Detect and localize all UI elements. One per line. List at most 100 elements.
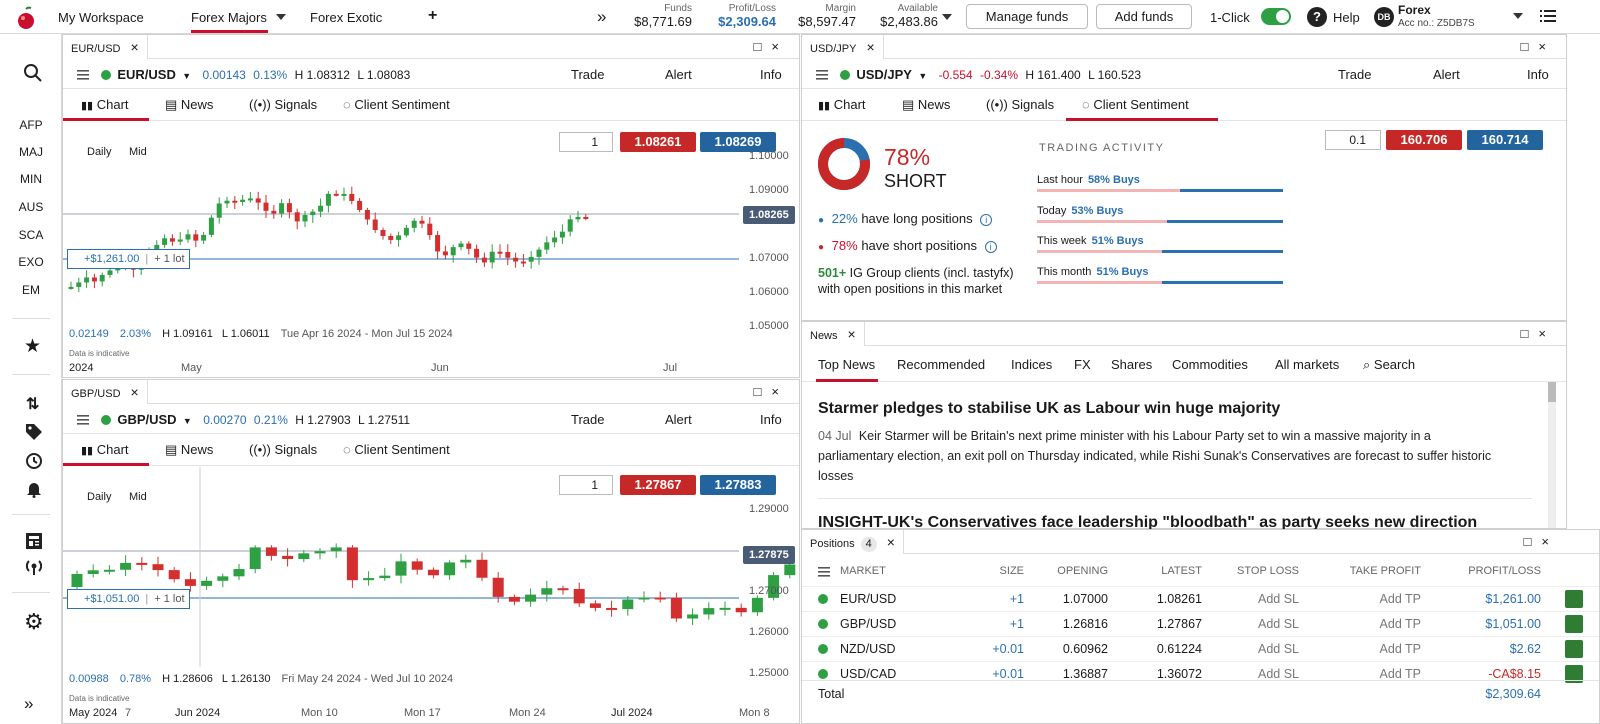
close-icon[interactable]: × <box>1538 326 1556 341</box>
close-icon[interactable]: × <box>771 384 789 399</box>
chart-area[interactable]: 1 1.08261 1.08269 Daily Mid 1.08265 +$1,… <box>63 122 799 377</box>
close-icon[interactable]: × <box>131 384 139 400</box>
news-icon[interactable] <box>25 532 43 553</box>
tab-forex-majors[interactable]: Forex Majors <box>191 10 267 25</box>
close-icon[interactable]: × <box>887 534 895 550</box>
info-button[interactable]: Info <box>760 67 782 82</box>
market-selector[interactable]: GBP/USD ▼ 0.00270 0.21% H 1.27903 L 1.27… <box>101 412 410 427</box>
table-row[interactable]: GBP/USD +1 1.26816 1.27867 Add SL Add TP $1,05… <box>802 611 1599 636</box>
gear-icon[interactable]: ⚙ <box>24 611 44 633</box>
panel-tab[interactable]: News × <box>802 322 865 346</box>
add-take-profit-link[interactable]: Add TP <box>1380 592 1421 606</box>
add-take-profit-link[interactable]: Add TP <box>1380 642 1421 656</box>
alert-button[interactable]: Alert <box>665 412 692 427</box>
tab-chart[interactable]: ▮▮ Chart <box>818 97 866 112</box>
transfer-icon[interactable]: ⇅ <box>26 394 39 414</box>
overflow-icon[interactable]: » <box>597 7 606 27</box>
column-header[interactable]: PROFIT/LOSS <box>1468 565 1541 577</box>
maximize-icon[interactable]: □ <box>754 39 772 54</box>
news-tab-recommended[interactable]: Recommended <box>897 357 985 372</box>
sidebar-item-exo[interactable]: EXO <box>0 255 62 269</box>
chevron-down-icon[interactable]: ▼ <box>182 71 191 81</box>
history-icon[interactable] <box>25 452 43 473</box>
add-stop-loss-link[interactable]: Add SL <box>1258 592 1299 606</box>
sidebar-item-min[interactable]: MIN <box>0 172 62 186</box>
column-header[interactable]: MARKET <box>840 565 886 577</box>
bell-icon[interactable] <box>25 480 43 501</box>
close-icon[interactable]: × <box>1538 39 1556 54</box>
manage-funds-button[interactable]: Manage funds <box>966 4 1088 29</box>
close-icon[interactable]: × <box>771 39 789 54</box>
hamburger-icon[interactable] <box>816 69 828 83</box>
add-tab-button[interactable]: + <box>428 7 437 25</box>
info-button[interactable]: Info <box>1527 67 1549 82</box>
column-header[interactable]: SIZE <box>1000 565 1024 577</box>
add-stop-loss-link[interactable]: Add SL <box>1258 667 1299 681</box>
tab-signals[interactable]: ((•)) Signals <box>249 97 317 112</box>
close-icon[interactable]: × <box>866 39 874 55</box>
tab-news[interactable]: ▤ News <box>165 442 213 458</box>
funds-dropdown-icon[interactable] <box>942 14 952 20</box>
tag-icon[interactable] <box>25 423 43 444</box>
tab-chart[interactable]: ▮▮ Chart <box>81 97 129 112</box>
panel-tab[interactable]: USD/JPY × <box>802 35 884 59</box>
chevron-down-icon[interactable]: ▼ <box>918 71 927 81</box>
add-funds-button[interactable]: Add funds <box>1096 4 1192 29</box>
position-pnl-tag[interactable]: +$1,261.00 | + 1 lot <box>67 249 190 269</box>
news-tab-commodities[interactable]: Commodities <box>1172 357 1248 372</box>
sidebar-item-aus[interactable]: AUS <box>0 200 62 214</box>
alert-button[interactable]: Alert <box>665 67 692 82</box>
news-tab-all-markets[interactable]: All markets <box>1275 357 1339 372</box>
tab-signals[interactable]: ((•)) Signals <box>249 442 317 457</box>
one-click-toggle[interactable] <box>1261 8 1291 25</box>
close-icon[interactable]: × <box>131 39 139 55</box>
chart-area[interactable]: 1 1.27867 1.27883 Daily Mid 1.27875 +$1,… <box>63 467 799 723</box>
news-search[interactable]: ⌕ Search <box>1363 357 1415 373</box>
sidebar-collapse-icon[interactable]: » <box>24 694 33 714</box>
scrollbar[interactable] <box>1548 382 1556 528</box>
hamburger-icon[interactable] <box>818 565 830 580</box>
menu-icon[interactable] <box>1540 9 1556 23</box>
news-tab-top[interactable]: Top News <box>818 357 875 372</box>
panel-tab[interactable]: GBP/USD × <box>63 380 148 404</box>
hamburger-icon[interactable] <box>77 69 89 83</box>
close-icon[interactable]: × <box>1541 534 1559 549</box>
add-stop-loss-link[interactable]: Add SL <box>1258 642 1299 656</box>
signals-icon[interactable] <box>24 558 44 579</box>
column-header[interactable]: STOP LOSS <box>1237 565 1299 577</box>
maximize-icon[interactable]: □ <box>1521 326 1539 341</box>
market-selector[interactable]: EUR/USD ▼ 0.00143 0.13% H 1.08312 L 1.08… <box>101 67 410 82</box>
avatar[interactable]: DB <box>1374 7 1394 27</box>
trade-button[interactable]: Trade <box>1338 67 1371 82</box>
sidebar-item-maj[interactable]: MAJ <box>0 145 62 159</box>
chevron-down-icon[interactable]: ▼ <box>183 416 192 426</box>
close-icon[interactable]: × <box>848 326 856 342</box>
add-take-profit-link[interactable]: Add TP <box>1380 617 1421 631</box>
column-header[interactable]: OPENING <box>1057 565 1108 577</box>
tab-chart[interactable]: ▮▮ Chart <box>81 442 129 457</box>
help-link[interactable]: Help <box>1333 10 1360 25</box>
workspace-tab[interactable]: My Workspace <box>58 10 144 25</box>
tab-client-sentiment[interactable]: ◌ Client Sentiment <box>1082 97 1189 112</box>
tab-client-sentiment[interactable]: ◌ Client Sentiment <box>343 97 450 112</box>
close-position-button[interactable] <box>1565 615 1583 633</box>
news-tab-fx[interactable]: FX <box>1074 357 1091 372</box>
close-position-button[interactable] <box>1565 590 1583 608</box>
logo[interactable] <box>14 6 38 30</box>
add-take-profit-link[interactable]: Add TP <box>1380 667 1421 681</box>
news-tab-shares[interactable]: Shares <box>1111 357 1152 372</box>
maximize-icon[interactable]: □ <box>1524 534 1542 549</box>
close-position-button[interactable] <box>1565 640 1583 658</box>
info-button[interactable]: Info <box>760 412 782 427</box>
sidebar-item-em[interactable]: EM <box>0 283 62 297</box>
column-header[interactable]: TAKE PROFIT <box>1350 565 1421 577</box>
tab-client-sentiment[interactable]: ◌ Client Sentiment <box>343 442 450 457</box>
help-icon[interactable]: ? <box>1307 7 1327 27</box>
tab-forex-exotic[interactable]: Forex Exotic <box>310 10 382 25</box>
tab-news[interactable]: ▤ News <box>902 97 950 113</box>
chevron-down-icon[interactable] <box>276 14 286 20</box>
search-icon[interactable] <box>24 64 42 85</box>
table-row[interactable]: NZD/USD +0.01 0.60962 0.61224 Add SL Add TP $2… <box>802 636 1599 661</box>
market-selector[interactable]: USD/JPY ▼ -0.554 -0.34% H 161.400 L 160.… <box>840 67 1141 82</box>
trade-button[interactable]: Trade <box>571 67 604 82</box>
